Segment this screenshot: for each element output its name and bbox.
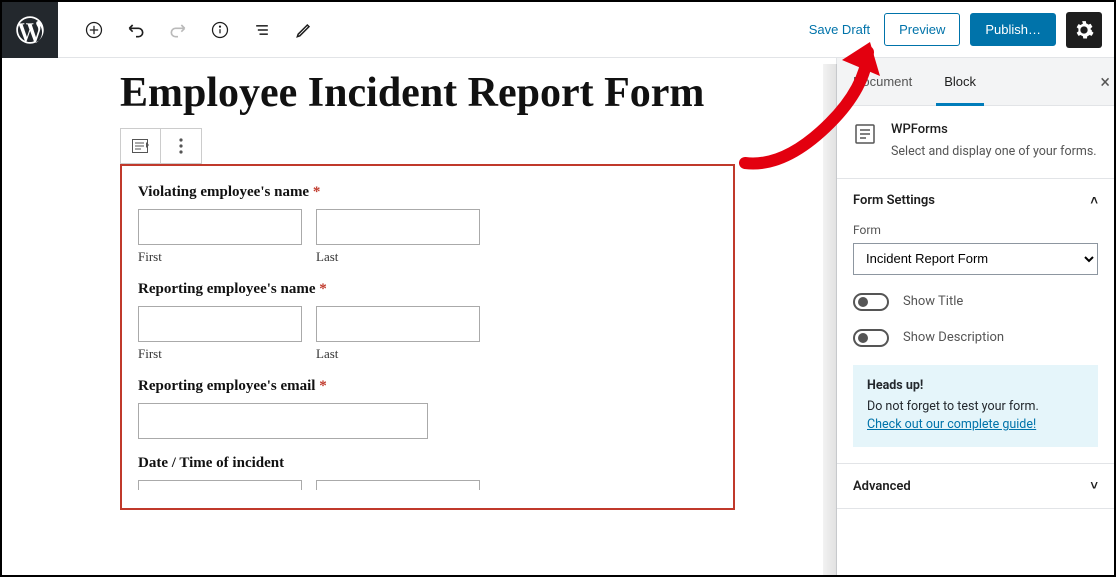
pencil-icon [294, 20, 314, 40]
date-input[interactable] [138, 480, 302, 490]
scrollbar[interactable] [823, 64, 837, 575]
wordpress-logo[interactable] [2, 2, 58, 58]
panel-advanced: Advanced ˅ [837, 464, 1114, 509]
preview-button[interactable]: Preview [884, 13, 960, 46]
more-vertical-icon [179, 138, 183, 154]
field-datetime: Date / Time of incident [138, 455, 717, 490]
toolbar-left [58, 12, 322, 48]
info-icon [210, 20, 230, 40]
notice-heading: Heads up! [867, 377, 1084, 396]
block-info: WPForms Select and display one of your f… [837, 106, 1114, 179]
undo-icon [126, 20, 146, 40]
gear-icon [1073, 19, 1095, 41]
toggle-show-title: Show Title [853, 293, 1098, 311]
settings-sidebar: Document Block × WPForms Select and disp… [836, 58, 1114, 575]
sublabel-first: First [138, 346, 302, 362]
toggle-label: Show Title [903, 294, 963, 309]
page-title[interactable]: Employee Incident Report Form [120, 68, 836, 118]
required-mark: * [319, 378, 327, 394]
field-label: Reporting employee's email * [138, 378, 717, 395]
outline-icon [252, 20, 272, 40]
form-select[interactable]: Incident Report Form [853, 243, 1098, 275]
panel-form-settings: Form Settings ˄ Form Incident Report For… [837, 179, 1114, 464]
outline-button[interactable] [244, 12, 280, 48]
redo-icon [168, 20, 188, 40]
field-label: Date / Time of incident [138, 455, 717, 472]
close-icon[interactable]: × [1100, 72, 1110, 93]
tab-document[interactable]: Document [837, 58, 928, 105]
undo-button[interactable] [118, 12, 154, 48]
sublabel-last: Last [316, 346, 480, 362]
form-select-label: Form [853, 223, 1098, 237]
email-input[interactable] [138, 403, 428, 439]
editor-canvas[interactable]: Employee Incident Report Form Violating … [2, 58, 836, 575]
redo-button[interactable] [160, 12, 196, 48]
notice-link[interactable]: Check out our complete guide! [867, 417, 1036, 432]
last-name-input[interactable] [316, 209, 480, 245]
toolbar-right: Save Draft Preview Publish… [805, 12, 1114, 48]
toggle-label: Show Description [903, 330, 1004, 345]
first-name-input[interactable] [138, 209, 302, 245]
sidebar-tabs: Document Block × [837, 58, 1114, 106]
toggle-switch[interactable] [853, 329, 889, 347]
main-area: Employee Incident Report Form Violating … [2, 58, 1114, 575]
notice-box: Heads up! Do not forget to test your for… [853, 365, 1098, 447]
field-reporting-email: Reporting employee's email * [138, 378, 717, 439]
time-input[interactable] [316, 480, 480, 490]
publish-button[interactable]: Publish… [970, 13, 1056, 46]
settings-button[interactable] [1066, 12, 1102, 48]
field-violating-name: Violating employee's name * First Last [138, 184, 717, 265]
block-title: WPForms [891, 122, 1097, 137]
notice-text: Do not forget to test your form. [867, 399, 1039, 414]
block-type-button[interactable] [121, 129, 161, 163]
top-toolbar: Save Draft Preview Publish… [2, 2, 1114, 58]
field-label: Violating employee's name * [138, 184, 717, 201]
sublabel-last: Last [316, 249, 480, 265]
required-mark: * [319, 281, 327, 297]
required-mark: * [313, 184, 321, 200]
last-name-input[interactable] [316, 306, 480, 342]
info-button[interactable] [202, 12, 238, 48]
field-reporting-name: Reporting employee's name * First Last [138, 281, 717, 362]
first-name-input[interactable] [138, 306, 302, 342]
toggle-show-description: Show Description [853, 329, 1098, 347]
block-description: Select and display one of your forms. [891, 143, 1097, 162]
add-block-button[interactable] [76, 12, 112, 48]
edit-button[interactable] [286, 12, 322, 48]
tab-block[interactable]: Block [928, 58, 992, 105]
plus-circle-icon [84, 20, 104, 40]
block-toolbar [120, 128, 202, 164]
chevron-down-icon: ˅ [1090, 478, 1098, 494]
sublabel-first: First [138, 249, 302, 265]
form-preview-block[interactable]: Violating employee's name * First Last R… [120, 164, 735, 510]
chevron-up-icon: ˄ [1090, 193, 1098, 209]
field-label: Reporting employee's name * [138, 281, 717, 298]
save-draft-button[interactable]: Save Draft [805, 14, 874, 45]
form-icon [132, 139, 150, 153]
block-more-button[interactable] [161, 129, 201, 163]
form-icon [853, 122, 877, 146]
panel-header[interactable]: Advanced ˅ [837, 464, 1114, 508]
toggle-switch[interactable] [853, 293, 889, 311]
wordpress-icon [16, 16, 44, 44]
panel-header[interactable]: Form Settings ˄ [837, 179, 1114, 223]
